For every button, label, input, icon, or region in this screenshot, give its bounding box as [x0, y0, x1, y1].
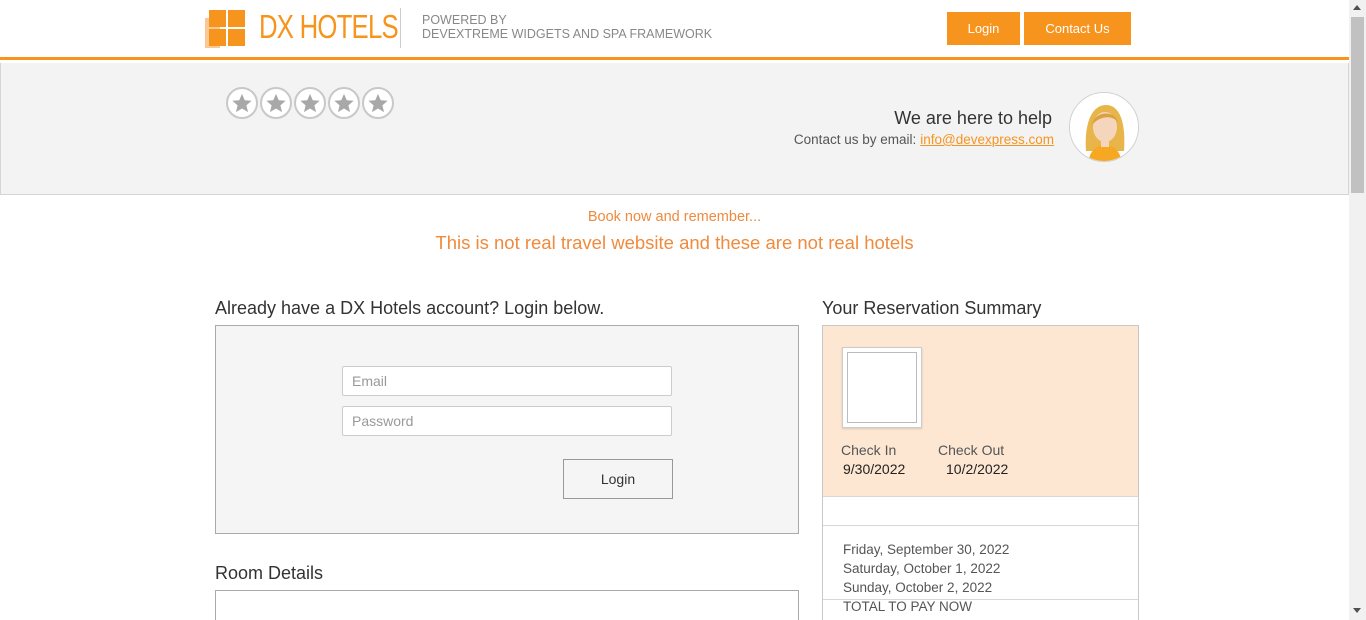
- support-avatar: [1069, 92, 1139, 162]
- help-contact-text: Contact us by email:: [793, 132, 917, 147]
- scroll-down-icon[interactable]: [1353, 608, 1361, 613]
- room-details-heading: Room Details: [215, 563, 324, 583]
- notice-title: This is not real travel website and thes…: [435, 232, 914, 253]
- header-divider: [400, 8, 401, 48]
- notice-subtitle: Book now and remember...: [587, 209, 762, 225]
- star-icon[interactable]: [294, 87, 326, 119]
- star-icon[interactable]: [226, 87, 258, 119]
- login-submit-button[interactable]: Login: [563, 459, 673, 499]
- hotel-thumbnail: [842, 347, 922, 428]
- login-heading: Already have a DX Hotels account? Login …: [215, 298, 605, 318]
- summary-divider: [823, 525, 1138, 526]
- stay-day: Sunday, October 2, 2022: [843, 580, 993, 595]
- header-login-button[interactable]: Login: [947, 12, 1020, 45]
- star-icon[interactable]: [328, 87, 360, 119]
- summary-top: Check In 9/30/2022 Check Out 10/2/2022: [823, 326, 1138, 497]
- support-email-link[interactable]: info@devexpress.com: [920, 132, 1054, 147]
- star-icon[interactable]: [260, 87, 292, 119]
- scrollbar-thumb[interactable]: [1351, 17, 1364, 193]
- room-details-panel: [215, 590, 799, 620]
- stay-day: Saturday, October 1, 2022: [843, 561, 1001, 576]
- checkin-label: Check In: [841, 442, 897, 458]
- star-rating[interactable]: [226, 87, 394, 119]
- star-icon[interactable]: [362, 87, 394, 119]
- summary-heading: Your Reservation Summary: [822, 298, 1042, 318]
- help-title: We are here to help: [894, 108, 1052, 128]
- page-scrollbar[interactable]: [1349, 0, 1366, 620]
- brand-name[interactable]: DX HOTELS: [259, 8, 399, 46]
- dx-hotels-logo-icon[interactable]: [205, 10, 245, 50]
- powered-by-line2: DEVEXTREME WIDGETS AND SPA FRAMEWORK: [422, 27, 713, 41]
- reservation-summary: Check In 9/30/2022 Check Out 10/2/2022 F…: [822, 325, 1139, 620]
- page: DX HOTELS POWERED BY DEVEXTREME WIDGETS …: [0, 0, 1366, 620]
- checkout-label: Check Out: [938, 442, 1005, 458]
- total-label: TOTAL TO PAY NOW: [843, 599, 973, 614]
- powered-by-line1: POWERED BY: [422, 13, 507, 27]
- site-header: DX HOTELS POWERED BY DEVEXTREME WIDGETS …: [0, 0, 1349, 60]
- help-contact-line: Contact us by email: info@devexpress.com: [794, 132, 1054, 147]
- powered-by-text: POWERED BY DEVEXTREME WIDGETS AND SPA FR…: [422, 13, 712, 41]
- checkout-value: 10/2/2022: [946, 461, 1009, 477]
- scroll-up-icon[interactable]: [1353, 5, 1361, 10]
- contact-us-button[interactable]: Contact Us: [1024, 12, 1131, 45]
- help-band: [0, 63, 1349, 195]
- thumbnail-frame: [847, 352, 917, 423]
- stay-day: Friday, September 30, 2022: [843, 542, 1010, 557]
- password-input[interactable]: Password: [342, 406, 672, 436]
- checkin-value: 9/30/2022: [843, 461, 906, 477]
- email-input[interactable]: Email: [342, 366, 672, 396]
